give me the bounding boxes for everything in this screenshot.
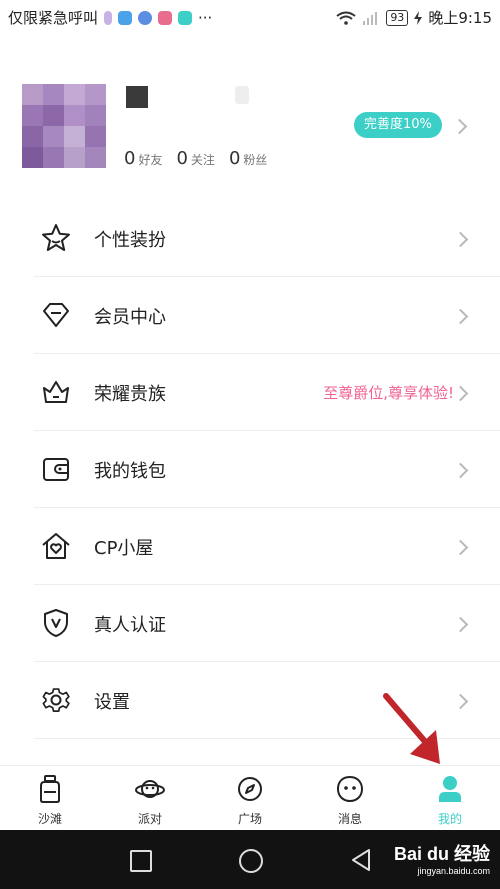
wifi-icon (336, 11, 356, 25)
tab-square[interactable]: 广场 (200, 774, 300, 827)
system-navigation-bar: Bai du 经验 jingyan.baidu.com (0, 830, 500, 889)
watermark: Bai du 经验 jingyan.baidu.com (393, 840, 490, 876)
profile-stats: 0 好友 0 关注 0 粉丝 (124, 148, 267, 169)
star-icon (42, 224, 70, 251)
menu-item-label: 真人认证 (94, 615, 166, 636)
settings-menu: 个性装扮 会员中心 荣耀贵族 至尊爵位,尊享体验! 我的钱包 CP小屋 真人认证… (0, 200, 500, 739)
chevron-right-icon (452, 616, 469, 633)
tab-label: 消息 (337, 812, 362, 826)
menu-item-label: 荣耀贵族 (94, 384, 166, 405)
menu-item-dress-up[interactable]: 个性装扮 (34, 200, 500, 277)
bottle-icon (40, 775, 60, 803)
menu-item-label: 会员中心 (94, 307, 166, 328)
bottom-tab-bar: 沙滩 派对 广场 消息 我的 (0, 765, 500, 831)
watermark-brand: Bai du 经验 (393, 844, 490, 864)
tab-label: 沙滩 (37, 812, 62, 826)
app-notification-icon (118, 10, 133, 25)
signal-icon (363, 11, 378, 25)
carrier-text: 仅限紧急呼叫 (8, 9, 99, 27)
recent-apps-button[interactable] (130, 850, 152, 872)
annotation-arrow (383, 693, 440, 764)
chevron-right-icon[interactable] (451, 118, 468, 135)
stat-following[interactable]: 0 关注 (176, 148, 214, 169)
person-icon (439, 776, 461, 802)
tab-party[interactable]: 派对 (100, 774, 200, 827)
shield-v-icon (44, 609, 68, 637)
face-icon (336, 775, 364, 803)
chevron-right-icon (452, 462, 469, 479)
app-notification-icon (158, 10, 173, 25)
planet-icon (135, 780, 165, 798)
menu-item-label: CP小屋 (94, 538, 154, 559)
menu-item-nobility[interactable]: 荣耀贵族 至尊爵位,尊享体验! (34, 354, 500, 431)
tab-beach[interactable]: 沙滩 (0, 774, 100, 827)
menu-item-wallet[interactable]: 我的钱包 (34, 431, 500, 508)
diamond-icon (43, 303, 69, 327)
menu-item-membership[interactable]: 会员中心 (34, 277, 500, 354)
compass-icon (238, 777, 262, 801)
chevron-right-icon (452, 385, 469, 402)
gear-icon (42, 688, 70, 713)
menu-item-label: 设置 (94, 692, 130, 713)
watermark-url: jingyan.baidu.com (417, 866, 490, 876)
profile-header[interactable]: 0 好友 0 关注 0 粉丝 完善度10% (0, 60, 500, 200)
menu-item-label: 个性装扮 (94, 230, 166, 251)
menu-item-verification[interactable]: 真人认证 (34, 585, 500, 662)
gender-icon (235, 86, 249, 104)
avatar[interactable] (22, 84, 106, 168)
username-redacted (126, 86, 148, 108)
tab-label: 广场 (237, 812, 262, 826)
clock: 晚上9:15 (428, 9, 492, 27)
stat-friends[interactable]: 0 好友 (124, 148, 162, 169)
chevron-right-icon (452, 693, 469, 710)
tab-label: 派对 (137, 812, 162, 826)
app-notification-icon (104, 10, 113, 25)
tab-messages[interactable]: 消息 (300, 774, 400, 827)
profile-completion-badge[interactable]: 完善度10% (354, 112, 442, 138)
chevron-right-icon (452, 308, 469, 325)
tab-me[interactable]: 我的 (400, 774, 500, 827)
nobility-promo-text: 至尊爵位,尊享体验! (323, 384, 454, 402)
app-notification-icon (138, 10, 153, 25)
charging-icon (414, 10, 423, 25)
wallet-icon (43, 458, 69, 481)
tab-label: 我的 (437, 812, 462, 826)
back-button[interactable] (350, 848, 372, 872)
menu-item-label: 我的钱包 (94, 461, 166, 482)
crown-icon (43, 381, 69, 403)
chevron-right-icon (452, 539, 469, 556)
battery-indicator: 93 (386, 9, 409, 26)
more-notifications-icon: ··· (198, 8, 213, 27)
status-bar: 仅限紧急呼叫 ··· 93 晚上9:15 (0, 0, 500, 34)
stat-fans[interactable]: 0 粉丝 (229, 148, 267, 169)
menu-item-cp-house[interactable]: CP小屋 (34, 508, 500, 585)
house-heart-icon (42, 533, 70, 559)
home-button[interactable] (239, 849, 263, 873)
app-notification-icon (178, 10, 193, 25)
chevron-right-icon (452, 231, 469, 248)
